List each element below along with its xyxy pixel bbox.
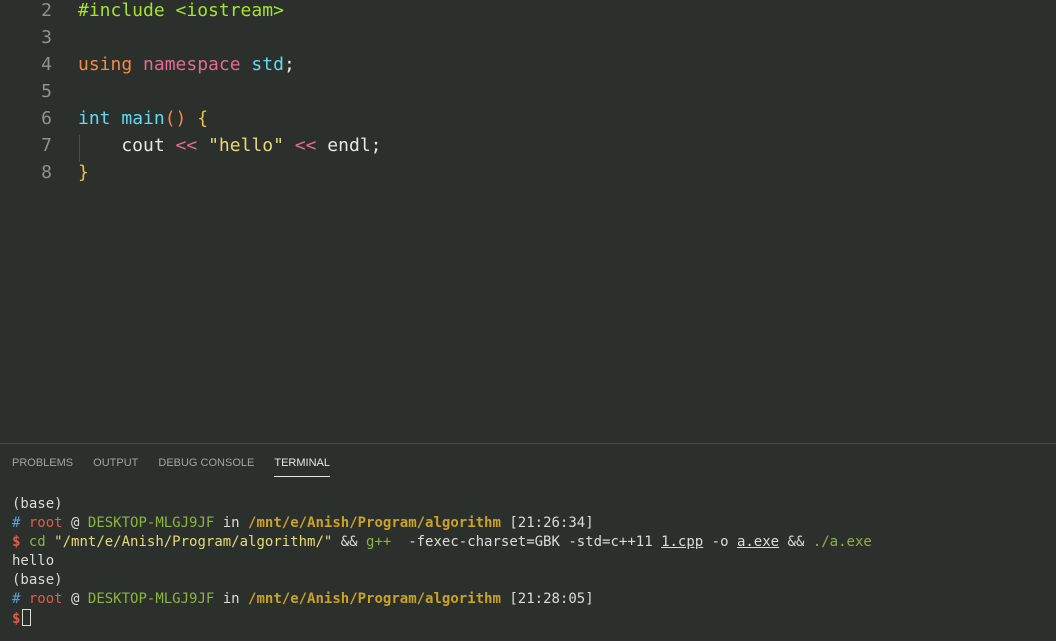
terminal-line: $ cd "/mnt/e/Anish/Program/algorithm/" &… — [12, 533, 872, 552]
terminal-line: # root @ DESKTOP-MLGJ9JF in /mnt/e/Anish… — [12, 590, 872, 609]
tab-output[interactable]: OUTPUT — [93, 455, 138, 477]
terminal-token: @ — [62, 591, 88, 607]
terminal-cursor — [22, 609, 32, 626]
code-line[interactable]: 3 — [0, 24, 1056, 51]
code-token: endl; — [316, 135, 382, 156]
terminal-token: -o — [703, 534, 737, 550]
code-token: main — [121, 108, 165, 129]
code-token: { — [197, 108, 209, 129]
terminal-output[interactable]: (base) # root @ DESKTOP-MLGJ9JF in /mnt/e… — [12, 495, 872, 628]
code-text: #include <iostream> — [78, 0, 284, 24]
code-token: ; — [283, 54, 295, 75]
code-editor[interactable]: 2 #include <iostream> 3 4 using namespace st… — [0, 0, 1056, 443]
code-token: << — [294, 135, 317, 156]
line-number: 6 — [41, 108, 52, 129]
code-token: #include <iostream> — [78, 0, 284, 21]
code-token: std — [251, 54, 284, 75]
terminal-token: root — [28, 591, 63, 607]
code-token: () — [164, 108, 187, 129]
terminal-token: /mnt/e/Anish/Program/algorithm — [248, 515, 501, 531]
line-number: 3 — [41, 27, 52, 48]
line-number: 7 — [41, 135, 52, 156]
code-token: using — [78, 54, 133, 75]
terminal-line: # root @ DESKTOP-MLGJ9JF in /mnt/e/Anish… — [12, 514, 872, 533]
code-line[interactable]: 4 using namespace std; — [0, 51, 1056, 78]
terminal-token: ./a.exe — [812, 534, 872, 550]
terminal-line: $ — [12, 609, 872, 628]
tab-debug-console[interactable]: DEBUG CONSOLE — [158, 455, 254, 477]
code-token: cout — [78, 135, 176, 156]
terminal-token: $ — [12, 611, 21, 627]
terminal-token: [21:28:05] — [500, 591, 594, 607]
terminal-token: DESKTOP-MLGJ9JF — [87, 515, 215, 531]
code-text: int main() { — [78, 105, 208, 132]
code-line[interactable]: 7 cout << "hello" << endl; — [0, 132, 1056, 159]
bottom-panel: PROBLEMS OUTPUT DEBUG CONSOLE TERMINAL (… — [0, 443, 1056, 641]
terminal-token: (base) — [12, 572, 63, 588]
code-text: cout << "hello" << endl; — [78, 132, 382, 159]
tab-terminal[interactable]: TERMINAL — [274, 455, 330, 477]
line-number: 8 — [41, 162, 52, 183]
terminal-line: (base) — [12, 571, 872, 590]
terminal-token: g++ — [366, 534, 392, 550]
code-line[interactable]: 6 int main() { — [0, 105, 1056, 132]
terminal-token: /mnt/e/Anish/Program/algorithm — [248, 591, 501, 607]
tab-problems[interactable]: PROBLEMS — [12, 455, 73, 477]
terminal-token: DESKTOP-MLGJ9JF — [87, 591, 215, 607]
code-text: using namespace std; — [78, 51, 295, 78]
terminal-token: a.exe — [736, 534, 780, 550]
terminal-token: @ — [62, 515, 88, 531]
terminal-token: (base) — [12, 496, 63, 512]
code-token: int — [78, 108, 111, 129]
code-token: "hello" — [208, 135, 284, 156]
terminal-token: in — [214, 591, 249, 607]
terminal-token: 1.cpp — [661, 534, 704, 550]
terminal-token: root — [28, 515, 63, 531]
terminal-token: [21:26:34] — [500, 515, 594, 531]
code-text: } — [78, 159, 89, 186]
line-number: 2 — [41, 0, 52, 21]
code-line[interactable]: 5 — [0, 78, 1056, 105]
line-number: 4 — [41, 54, 52, 75]
terminal-token: && — [332, 534, 367, 550]
terminal-token: && — [779, 534, 813, 550]
terminal-token: -fexec-charset=GBK -std=c++11 — [391, 534, 662, 550]
terminal-token: in — [214, 515, 249, 531]
code-line[interactable]: 8} — [0, 159, 1056, 186]
panel-tabs: PROBLEMS OUTPUT DEBUG CONSOLE TERMINAL — [12, 455, 330, 477]
terminal-token: hello — [12, 553, 55, 569]
line-number: 5 — [41, 81, 52, 102]
terminal-token: "/mnt/e/Anish/Program/algorithm/" — [54, 534, 333, 550]
code-token: << — [175, 135, 198, 156]
terminal-line: (base) — [12, 495, 872, 514]
code-token: } — [78, 162, 89, 183]
code-line[interactable]: 2 #include <iostream> — [0, 0, 1056, 24]
terminal-token: cd — [28, 534, 46, 550]
code-token: namespace — [143, 54, 241, 75]
terminal-line: hello — [12, 552, 872, 571]
